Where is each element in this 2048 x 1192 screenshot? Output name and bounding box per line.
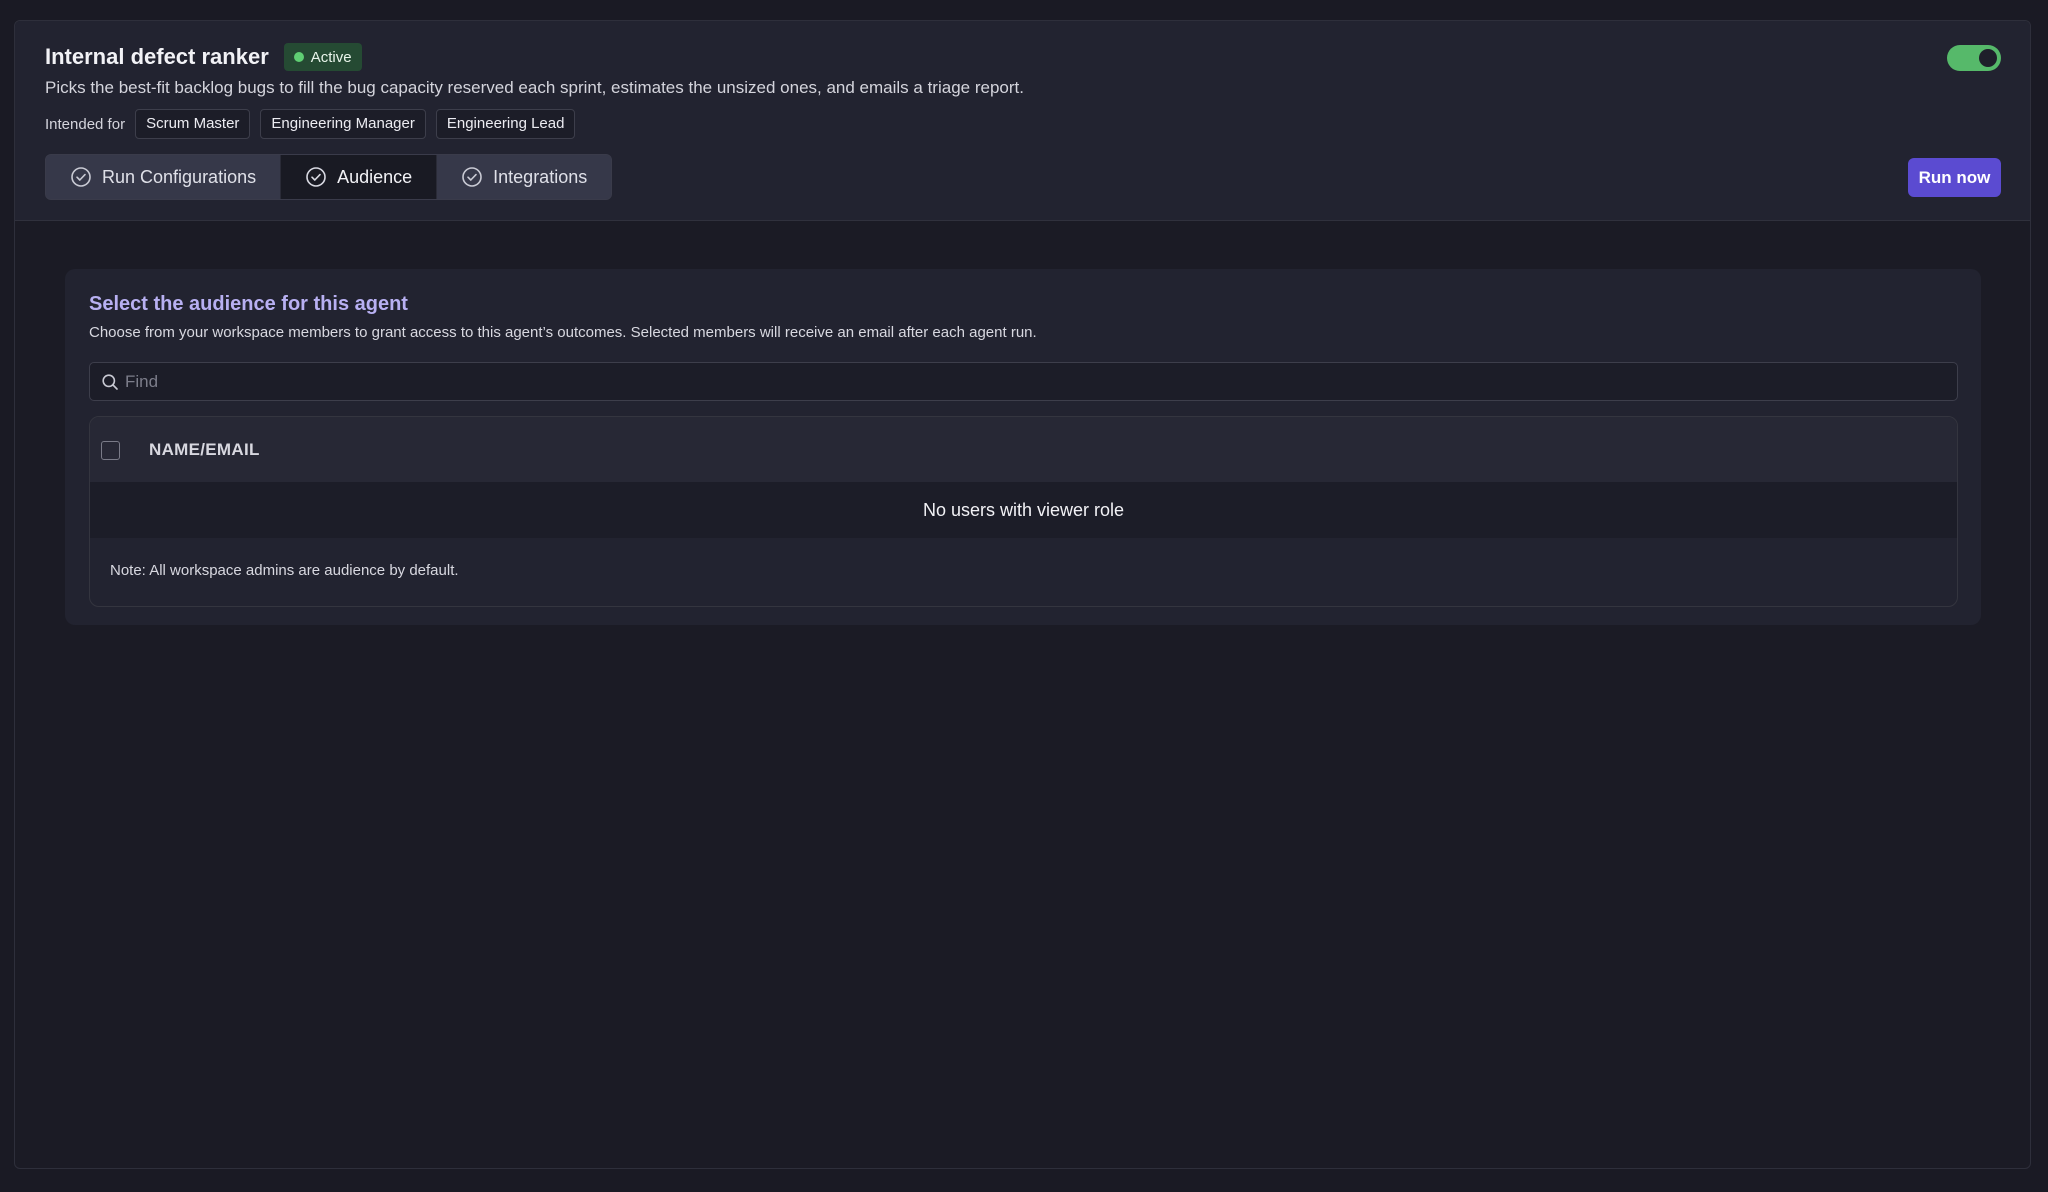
- check-circle-icon: [306, 167, 326, 187]
- tab-label: Run Configurations: [102, 166, 257, 187]
- status-dot-icon: [293, 52, 304, 62]
- status-label: Active: [310, 48, 352, 66]
- tab-integrations[interactable]: Integrations: [436, 155, 612, 199]
- tab-audience[interactable]: Audience: [280, 155, 437, 199]
- agent-tabs: Run Configurations Audience Integrations: [45, 154, 613, 200]
- column-header-name-email[interactable]: NAME/EMAIL: [149, 440, 260, 460]
- empty-state: No users with viewer role: [90, 482, 1957, 538]
- search-icon: [102, 373, 118, 390]
- agent-header: Internal defect ranker Active Picks the …: [15, 21, 2030, 221]
- select-all-checkbox[interactable]: [101, 441, 120, 460]
- audience-title: Select the audience for this agent: [89, 293, 408, 315]
- admins-note: Note: All workspace admins are audience …: [110, 562, 459, 579]
- tab-label: Integrations: [493, 166, 588, 187]
- role-chip-engineering-manager: Engineering Manager: [260, 109, 426, 139]
- toggle-knob: [1979, 49, 1997, 67]
- agent-panel: Internal defect ranker Active Picks the …: [14, 20, 2031, 1169]
- title-row: Internal defect ranker Active: [45, 43, 362, 71]
- agent-description: Picks the best-fit backlog bugs to fill …: [45, 78, 1024, 97]
- intended-for-label: Intended for: [45, 115, 126, 133]
- audience-table: NAME/EMAIL No users with viewer role Not…: [89, 416, 1958, 607]
- audience-card: Select the audience for this agent Choos…: [65, 269, 1981, 625]
- role-chip-scrum-master: Scrum Master: [135, 109, 251, 139]
- audience-search: [89, 362, 1958, 401]
- search-input[interactable]: [125, 363, 1957, 400]
- audience-description: Choose from your workspace members to gr…: [89, 324, 1037, 341]
- table-header: NAME/EMAIL: [90, 417, 1957, 482]
- check-circle-icon: [71, 167, 91, 187]
- tab-run-configurations[interactable]: Run Configurations: [46, 155, 281, 199]
- role-chip-engineering-lead: Engineering Lead: [435, 109, 576, 139]
- run-now-button[interactable]: Run now: [1908, 158, 2001, 197]
- agent-enabled-toggle[interactable]: [1947, 45, 2001, 71]
- tab-label: Audience: [337, 166, 413, 187]
- agent-title: Internal defect ranker: [45, 44, 269, 69]
- check-circle-icon: [462, 167, 482, 187]
- status-badge: Active: [283, 43, 362, 71]
- intended-for-row: Intended for Scrum Master Engineering Ma…: [45, 109, 576, 139]
